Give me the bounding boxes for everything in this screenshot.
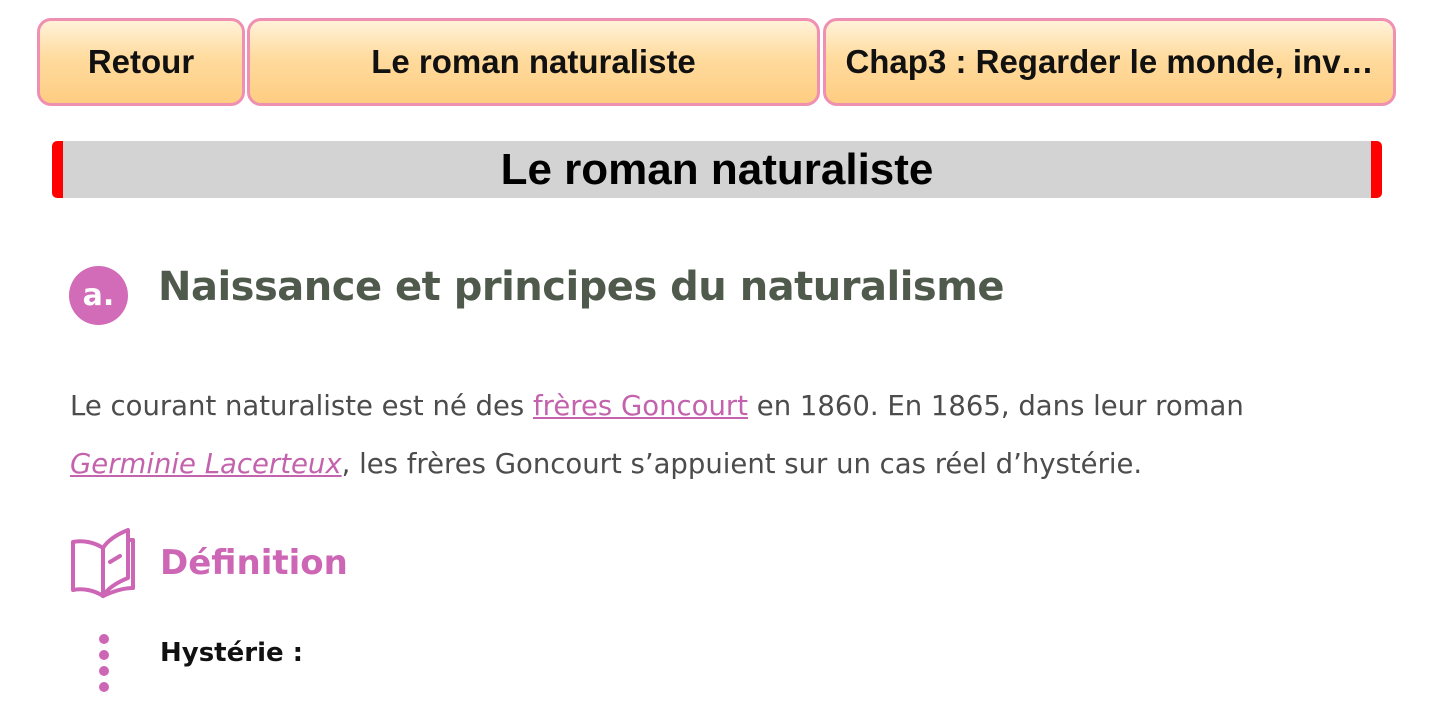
lesson-button[interactable]: Le roman naturaliste xyxy=(247,18,820,106)
germinie-lacerteux-link[interactable]: Germinie Lacerteux xyxy=(70,448,342,480)
dotted-marker xyxy=(96,628,112,698)
page-title-bar: Le roman naturaliste xyxy=(52,141,1382,198)
chapter-button-label: Chap3 : Regarder le monde, inv… xyxy=(845,43,1374,80)
back-button[interactable]: Retour xyxy=(37,18,245,106)
paragraph-text: en 1860. En 1865, dans leur roman xyxy=(748,390,1244,422)
definition-title: Définition xyxy=(160,543,348,583)
section-title: Naissance et principes du naturalisme xyxy=(158,264,1005,310)
section-badge: a. xyxy=(69,266,128,325)
back-button-label: Retour xyxy=(87,43,195,80)
paragraph-text: Le courant naturaliste est né des xyxy=(70,390,533,422)
goncourt-link[interactable]: frères Goncourt xyxy=(533,390,748,422)
definition-term: Hystérie : xyxy=(160,638,304,668)
paragraph-text: , les frères Goncourt s’appuient sur un … xyxy=(341,448,1143,480)
intro-paragraph: Le courant naturaliste est né des frères… xyxy=(70,377,1370,493)
lesson-button-label: Le roman naturaliste xyxy=(371,43,696,80)
page: Retour Le roman naturaliste Chap3 : Rega… xyxy=(0,0,1440,720)
page-title: Le roman naturaliste xyxy=(500,144,934,194)
chapter-button[interactable]: Chap3 : Regarder le monde, inv… xyxy=(823,18,1396,106)
book-icon xyxy=(71,528,135,598)
